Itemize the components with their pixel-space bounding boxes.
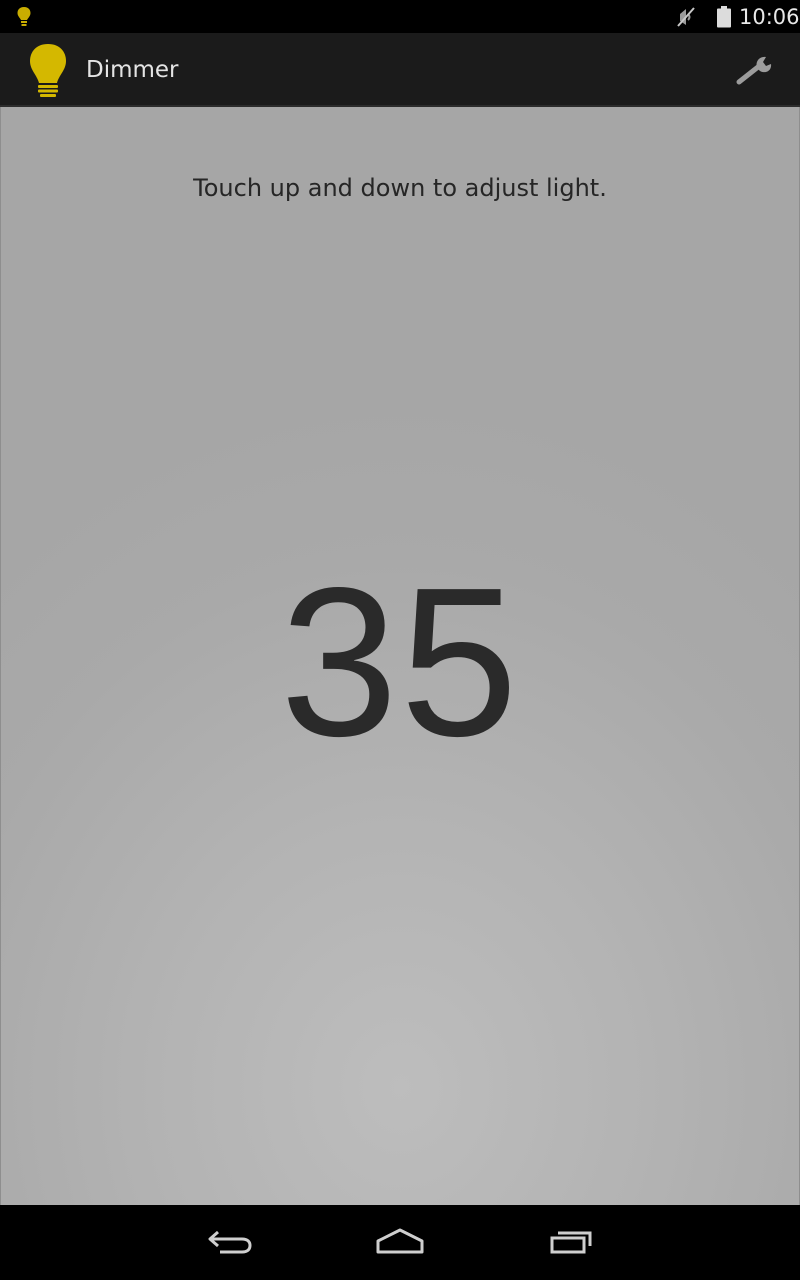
instruction-text: Touch up and down to adjust light. — [193, 174, 607, 202]
home-button[interactable] — [360, 1217, 440, 1269]
brightness-level: 35 — [280, 543, 520, 780]
wrench-icon — [736, 53, 776, 89]
action-bar: Dimmer — [0, 33, 800, 107]
recents-icon — [549, 1227, 595, 1259]
app-title: Dimmer — [86, 57, 179, 83]
dimmer-touch-area[interactable]: Touch up and down to adjust light. 35 — [0, 107, 800, 1205]
home-icon — [375, 1227, 425, 1259]
battery-icon — [716, 6, 732, 28]
navigation-bar — [0, 1205, 800, 1280]
lightbulb-notification-icon — [16, 6, 32, 28]
status-bar: 10:06 — [0, 0, 800, 33]
back-icon — [206, 1226, 254, 1260]
recents-button[interactable] — [532, 1217, 612, 1269]
settings-button[interactable] — [728, 47, 784, 95]
lightbulb-icon[interactable] — [26, 42, 70, 100]
status-clock: 10:06 — [739, 5, 800, 29]
screen: 10:06 Dimmer Touch up and down to adjust… — [0, 0, 800, 1280]
back-button[interactable] — [190, 1217, 270, 1269]
mute-icon — [674, 5, 698, 29]
